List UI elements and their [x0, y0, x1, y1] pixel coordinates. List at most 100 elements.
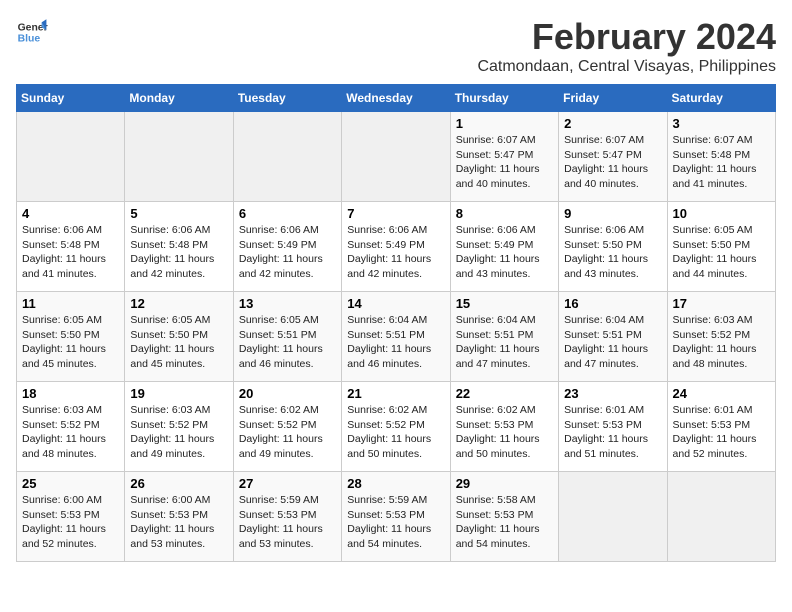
day-number: 10 — [673, 206, 770, 221]
day-cell: 22 Sunrise: 6:02 AMSunset: 5:53 PMDayligh… — [450, 382, 558, 472]
main-title: February 2024 — [477, 16, 776, 58]
day-number: 23 — [564, 386, 661, 401]
title-area: February 2024 Catmondaan, Central Visaya… — [477, 16, 776, 76]
day-info: Sunrise: 6:04 AMSunset: 5:51 PMDaylight:… — [347, 313, 444, 372]
day-info: Sunrise: 6:04 AMSunset: 5:51 PMDaylight:… — [456, 313, 553, 372]
day-cell: 27 Sunrise: 5:59 AMSunset: 5:53 PMDayligh… — [233, 472, 341, 562]
header: General Blue February 2024 Catmondaan, C… — [16, 16, 776, 76]
calendar-table: SundayMondayTuesdayWednesdayThursdayFrid… — [16, 84, 776, 562]
day-cell: 15 Sunrise: 6:04 AMSunset: 5:51 PMDayligh… — [450, 292, 558, 382]
day-number: 20 — [239, 386, 336, 401]
day-number: 17 — [673, 296, 770, 311]
day-cell: 4Sunrise: 6:06 AMSunset: 5:48 PMDaylight… — [17, 202, 125, 292]
day-cell: 21 Sunrise: 6:02 AMSunset: 5:52 PMDayligh… — [342, 382, 450, 472]
day-cell: 20 Sunrise: 6:02 AMSunset: 5:52 PMDayligh… — [233, 382, 341, 472]
day-info: Sunrise: 6:02 AMSunset: 5:53 PMDaylight:… — [456, 403, 553, 462]
logo: General Blue — [16, 16, 48, 48]
day-info: Sunrise: 6:01 AMSunset: 5:53 PMDaylight:… — [564, 403, 661, 462]
week-row-5: 25 Sunrise: 6:00 AMSunset: 5:53 PMDayligh… — [17, 472, 776, 562]
day-info: Sunrise: 5:58 AMSunset: 5:53 PMDaylight:… — [456, 493, 553, 552]
day-cell: 17 Sunrise: 6:03 AMSunset: 5:52 PMDayligh… — [667, 292, 775, 382]
day-info: Sunrise: 6:06 AMSunset: 5:50 PMDaylight:… — [564, 223, 661, 282]
day-info: Sunrise: 6:06 AMSunset: 5:48 PMDaylight:… — [22, 223, 119, 282]
day-info: Sunrise: 6:06 AMSunset: 5:49 PMDaylight:… — [347, 223, 444, 282]
day-cell: 5 Sunrise: 6:06 AMSunset: 5:48 PMDaylight… — [125, 202, 233, 292]
day-info: Sunrise: 6:02 AMSunset: 5:52 PMDaylight:… — [347, 403, 444, 462]
day-info: Sunrise: 6:07 AMSunset: 5:48 PMDaylight:… — [673, 133, 770, 192]
day-cell: 6 Sunrise: 6:06 AMSunset: 5:49 PMDaylight… — [233, 202, 341, 292]
day-info: Sunrise: 6:00 AMSunset: 5:53 PMDaylight:… — [22, 493, 119, 552]
day-cell — [342, 112, 450, 202]
day-info: Sunrise: 6:06 AMSunset: 5:49 PMDaylight:… — [456, 223, 553, 282]
day-cell: 12Sunrise: 6:05 AMSunset: 5:50 PMDayligh… — [125, 292, 233, 382]
day-info: Sunrise: 6:07 AMSunset: 5:47 PMDaylight:… — [456, 133, 553, 192]
day-number: 1 — [456, 116, 553, 131]
day-number: 11 — [22, 296, 119, 311]
day-number: 15 — [456, 296, 553, 311]
day-info: Sunrise: 6:06 AMSunset: 5:49 PMDaylight:… — [239, 223, 336, 282]
day-info: Sunrise: 6:02 AMSunset: 5:52 PMDaylight:… — [239, 403, 336, 462]
day-cell — [125, 112, 233, 202]
day-number: 5 — [130, 206, 227, 221]
day-info: Sunrise: 6:00 AMSunset: 5:53 PMDaylight:… — [130, 493, 227, 552]
day-number: 24 — [673, 386, 770, 401]
header-row: SundayMondayTuesdayWednesdayThursdayFrid… — [17, 85, 776, 112]
svg-text:Blue: Blue — [18, 34, 41, 45]
day-info: Sunrise: 6:05 AMSunset: 5:50 PMDaylight:… — [673, 223, 770, 282]
header-cell-friday: Friday — [559, 85, 667, 112]
day-number: 25 — [22, 476, 119, 491]
day-number: 9 — [564, 206, 661, 221]
day-info: Sunrise: 5:59 AMSunset: 5:53 PMDaylight:… — [239, 493, 336, 552]
day-cell: 23 Sunrise: 6:01 AMSunset: 5:53 PMDayligh… — [559, 382, 667, 472]
day-info: Sunrise: 6:06 AMSunset: 5:48 PMDaylight:… — [130, 223, 227, 282]
day-cell — [233, 112, 341, 202]
day-info: Sunrise: 6:03 AMSunset: 5:52 PMDaylight:… — [22, 403, 119, 462]
day-cell — [559, 472, 667, 562]
day-cell: 19Sunrise: 6:03 AMSunset: 5:52 PMDayligh… — [125, 382, 233, 472]
day-info: Sunrise: 6:05 AMSunset: 5:51 PMDaylight:… — [239, 313, 336, 372]
day-cell: 13Sunrise: 6:05 AMSunset: 5:51 PMDayligh… — [233, 292, 341, 382]
day-number: 19 — [130, 386, 227, 401]
day-cell: 26 Sunrise: 6:00 AMSunset: 5:53 PMDayligh… — [125, 472, 233, 562]
header-cell-tuesday: Tuesday — [233, 85, 341, 112]
day-info: Sunrise: 6:03 AMSunset: 5:52 PMDaylight:… — [673, 313, 770, 372]
day-info: Sunrise: 6:05 AMSunset: 5:50 PMDaylight:… — [130, 313, 227, 372]
day-cell: 18 Sunrise: 6:03 AMSunset: 5:52 PMDayligh… — [17, 382, 125, 472]
day-number: 14 — [347, 296, 444, 311]
day-cell: 9 Sunrise: 6:06 AMSunset: 5:50 PMDaylight… — [559, 202, 667, 292]
day-number: 27 — [239, 476, 336, 491]
day-info: Sunrise: 6:01 AMSunset: 5:53 PMDaylight:… — [673, 403, 770, 462]
day-number: 28 — [347, 476, 444, 491]
day-info: Sunrise: 5:59 AMSunset: 5:53 PMDaylight:… — [347, 493, 444, 552]
header-cell-thursday: Thursday — [450, 85, 558, 112]
day-cell: 14 Sunrise: 6:04 AMSunset: 5:51 PMDayligh… — [342, 292, 450, 382]
day-number: 6 — [239, 206, 336, 221]
day-number: 8 — [456, 206, 553, 221]
logo-icon: General Blue — [16, 16, 48, 48]
day-number: 2 — [564, 116, 661, 131]
day-number: 26 — [130, 476, 227, 491]
header-cell-saturday: Saturday — [667, 85, 775, 112]
day-number: 16 — [564, 296, 661, 311]
day-cell: 25 Sunrise: 6:00 AMSunset: 5:53 PMDayligh… — [17, 472, 125, 562]
subtitle: Catmondaan, Central Visayas, Philippines — [477, 58, 776, 76]
day-cell: 10 Sunrise: 6:05 AMSunset: 5:50 PMDayligh… — [667, 202, 775, 292]
day-cell: 28 Sunrise: 5:59 AMSunset: 5:53 PMDayligh… — [342, 472, 450, 562]
header-cell-sunday: Sunday — [17, 85, 125, 112]
day-cell: 7 Sunrise: 6:06 AMSunset: 5:49 PMDaylight… — [342, 202, 450, 292]
day-number: 7 — [347, 206, 444, 221]
day-cell: 2 Sunrise: 6:07 AMSunset: 5:47 PMDaylight… — [559, 112, 667, 202]
day-number: 18 — [22, 386, 119, 401]
day-cell: 8 Sunrise: 6:06 AMSunset: 5:49 PMDaylight… — [450, 202, 558, 292]
header-cell-wednesday: Wednesday — [342, 85, 450, 112]
day-number: 21 — [347, 386, 444, 401]
day-cell: 24 Sunrise: 6:01 AMSunset: 5:53 PMDayligh… — [667, 382, 775, 472]
day-cell — [17, 112, 125, 202]
day-number: 22 — [456, 386, 553, 401]
day-cell — [667, 472, 775, 562]
day-cell: 1 Sunrise: 6:07 AMSunset: 5:47 PMDaylight… — [450, 112, 558, 202]
week-row-4: 18 Sunrise: 6:03 AMSunset: 5:52 PMDayligh… — [17, 382, 776, 472]
day-number: 3 — [673, 116, 770, 131]
day-info: Sunrise: 6:07 AMSunset: 5:47 PMDaylight:… — [564, 133, 661, 192]
day-cell: 11Sunrise: 6:05 AMSunset: 5:50 PMDayligh… — [17, 292, 125, 382]
